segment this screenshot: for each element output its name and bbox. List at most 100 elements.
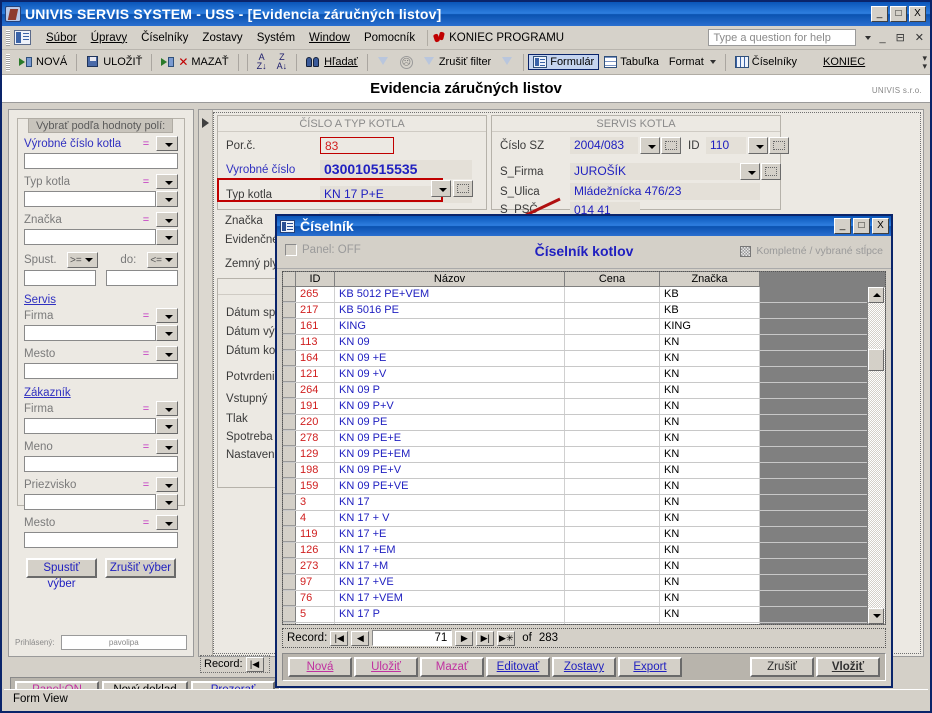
cell-znacka[interactable]: KN bbox=[660, 447, 760, 462]
cell-id-vyrobku[interactable]: 217 bbox=[296, 303, 335, 318]
cell-id-vyrobku[interactable]: 273 bbox=[296, 559, 335, 574]
ciselnik-new-record-button[interactable]: ▶✳ bbox=[497, 630, 516, 646]
cell-znacka[interactable]: KN bbox=[660, 607, 760, 622]
filter-operator-dropdown-zak-priezvisko[interactable] bbox=[156, 477, 178, 492]
cell-cena[interactable] bbox=[565, 527, 660, 542]
scroll-up-button[interactable] bbox=[868, 287, 884, 303]
scroll-down-button[interactable] bbox=[868, 608, 884, 624]
ciselnik-mazat-button[interactable]: Mazať bbox=[420, 657, 484, 677]
row-selector[interactable] bbox=[283, 463, 296, 478]
table-row[interactable]: 121 KN 09 +V KN bbox=[283, 367, 868, 383]
table-row[interactable]: 119 KN 17 +E KN bbox=[283, 527, 868, 543]
filter-operator-dropdown-zak-meno[interactable] bbox=[156, 439, 178, 454]
doc-restore-button[interactable]: ⊟ bbox=[894, 31, 907, 44]
cell-znacka[interactable]: KN bbox=[660, 623, 760, 624]
row-selector[interactable] bbox=[283, 511, 296, 526]
cell-id-vyrobku[interactable]: 278 bbox=[296, 431, 335, 446]
cell-znacka[interactable]: KN bbox=[660, 463, 760, 478]
filter-input-zak-meno[interactable] bbox=[24, 456, 178, 472]
row-selector[interactable] bbox=[283, 495, 296, 510]
filter-operator-dropdown-typ[interactable] bbox=[156, 174, 178, 189]
toolbar-filter-by-selection-button[interactable] bbox=[372, 54, 395, 71]
row-selector[interactable] bbox=[283, 543, 296, 558]
row-selector[interactable] bbox=[283, 559, 296, 574]
table-row[interactable]: 129 KN 09 PE+EM KN bbox=[283, 447, 868, 463]
cell-cena[interactable] bbox=[565, 447, 660, 462]
row-selector[interactable] bbox=[283, 479, 296, 494]
cell-id-vyrobku[interactable]: 119 bbox=[296, 527, 335, 542]
cell-znacka[interactable]: KING bbox=[660, 319, 760, 334]
cell-id-vyrobku[interactable]: 76 bbox=[296, 591, 335, 606]
menu-item-zostavy[interactable]: Zostavy bbox=[195, 29, 249, 47]
table-row[interactable]: 265 KB 5012 PE+VEM KB bbox=[283, 287, 868, 303]
cell-id-vyrobku[interactable]: 220 bbox=[296, 415, 335, 430]
cell-id-vyrobku[interactable]: 39 bbox=[296, 623, 335, 624]
cell-id-vyrobku[interactable]: 3 bbox=[296, 495, 335, 510]
menu-item-pomocnik[interactable]: Pomocník bbox=[357, 29, 422, 47]
cell-cena[interactable] bbox=[565, 367, 660, 382]
toolbar-tabulka-button[interactable]: Tabuľka bbox=[599, 54, 664, 70]
cell-znacka[interactable]: KN bbox=[660, 591, 760, 606]
cell-nazov[interactable]: KB 5016 PE bbox=[335, 303, 565, 318]
row-selector[interactable] bbox=[283, 623, 296, 624]
row-selector[interactable] bbox=[283, 303, 296, 318]
toolbar-mazat-button[interactable]: ✕ MAZAŤ bbox=[156, 53, 233, 71]
ciselnik-last-button[interactable]: ▶| bbox=[476, 630, 495, 646]
cell-id-vyrobku[interactable]: 97 bbox=[296, 575, 335, 590]
filter-input-do[interactable] bbox=[106, 270, 178, 286]
table-row[interactable]: 97 KN 17 +VE KN bbox=[283, 575, 868, 591]
table-row[interactable]: 278 KN 09 PE+E KN bbox=[283, 431, 868, 447]
cell-nazov[interactable]: KN 17 P bbox=[335, 607, 565, 622]
table-row[interactable]: 161 KING KING bbox=[283, 319, 868, 335]
table-row[interactable]: 3 KN 17 KN bbox=[283, 495, 868, 511]
toolbar-grip[interactable] bbox=[6, 53, 10, 71]
cell-znacka[interactable]: KN bbox=[660, 399, 760, 414]
cell-znacka[interactable]: KN bbox=[660, 479, 760, 494]
cell-znacka[interactable]: KN bbox=[660, 511, 760, 526]
cell-cena[interactable] bbox=[565, 575, 660, 590]
filter-operator-dropdown-servis-mesto[interactable] bbox=[156, 346, 178, 361]
cell-id-vyrobku[interactable]: 265 bbox=[296, 287, 335, 302]
cell-id-vyrobku[interactable]: 191 bbox=[296, 399, 335, 414]
ciselnik-zostavy-button[interactable]: Zostavy bbox=[552, 657, 616, 677]
ciselnik-vlozit-button[interactable]: Vložiť bbox=[816, 657, 880, 677]
filter-operator-dropdown-zak-firma[interactable] bbox=[156, 401, 178, 416]
cell-cena[interactable] bbox=[565, 431, 660, 446]
menu-item-system[interactable]: Systém bbox=[250, 29, 302, 47]
cell-cena[interactable] bbox=[565, 399, 660, 414]
row-selector[interactable] bbox=[283, 319, 296, 334]
maximize-button[interactable]: □ bbox=[890, 6, 907, 22]
toolbar-zrusit-filter-button[interactable]: Zrušiť filter bbox=[418, 54, 496, 71]
table-row[interactable]: 220 KN 09 PE KN bbox=[283, 415, 868, 431]
table-row[interactable]: 76 KN 17 +VEM KN bbox=[283, 591, 868, 607]
doc-close-button[interactable]: ✕ bbox=[913, 31, 926, 44]
cell-znacka[interactable]: KN bbox=[660, 527, 760, 542]
filter-operator-spust[interactable]: >= bbox=[67, 252, 98, 268]
cell-nazov[interactable]: KN 17 + V bbox=[335, 511, 565, 526]
cell-znacka[interactable]: KB bbox=[660, 287, 760, 302]
table-row[interactable]: 198 KN 09 PE+V KN bbox=[283, 463, 868, 479]
cell-id-vyrobku[interactable]: 159 bbox=[296, 479, 335, 494]
table-row[interactable]: 273 KN 17 +M KN bbox=[283, 559, 868, 575]
ciselnik-zrusit-button[interactable]: Zrušiť bbox=[750, 657, 814, 677]
ciselnik-nova-button[interactable]: Nová bbox=[288, 657, 352, 677]
ciselnik-editovat-button[interactable]: Editovať bbox=[486, 657, 550, 677]
ciselnik-maximize-button[interactable]: □ bbox=[853, 218, 870, 234]
cell-nazov[interactable]: KN 09 P+V bbox=[335, 399, 565, 414]
filter-operator-dropdown-servis-firma[interactable] bbox=[156, 308, 178, 323]
cell-cena[interactable] bbox=[565, 511, 660, 526]
row-selector[interactable] bbox=[283, 351, 296, 366]
cell-znacka[interactable]: KN bbox=[660, 495, 760, 510]
cell-nazov[interactable]: KN 09 P bbox=[335, 383, 565, 398]
run-filter-button[interactable]: Spustiť výber bbox=[26, 558, 97, 590]
cell-znacka[interactable]: KN bbox=[660, 559, 760, 574]
row-selector[interactable] bbox=[283, 399, 296, 414]
cell-cena[interactable] bbox=[565, 559, 660, 574]
cell-nazov[interactable]: KN 09 +E bbox=[335, 351, 565, 366]
cell-znacka[interactable]: KN bbox=[660, 415, 760, 430]
ciselnik-columns-toggle[interactable]: Kompletné / vybrané stĺpce bbox=[740, 245, 883, 257]
menu-item-koniec-programu[interactable]: KONIEC PROGRAMU bbox=[433, 31, 564, 44]
cell-cena[interactable] bbox=[565, 351, 660, 366]
cell-cena[interactable] bbox=[565, 415, 660, 430]
filter-input-typ-kotla[interactable] bbox=[24, 191, 156, 207]
